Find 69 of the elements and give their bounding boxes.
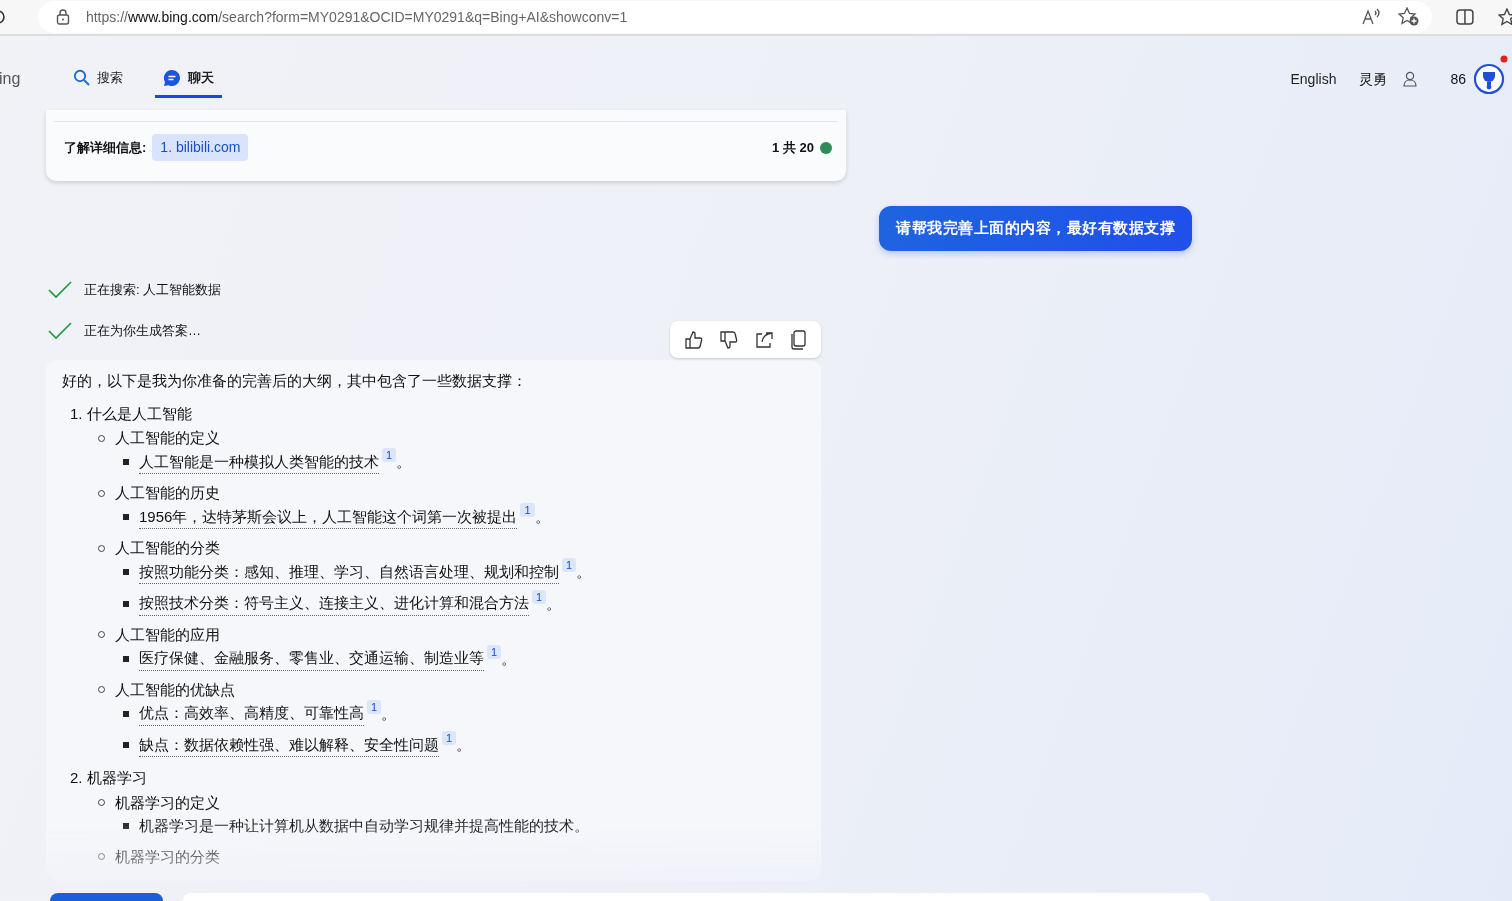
cited-text: 人工智能是一种模拟人类智能的技术 bbox=[139, 450, 379, 474]
cited-text: 医疗保健、金融服务、零售业、交通运输、制造业等 bbox=[139, 647, 484, 671]
nav-tab[interactable]: 搜索 bbox=[65, 59, 131, 99]
chat-bubble-icon bbox=[163, 68, 181, 87]
bullet-icon bbox=[123, 655, 129, 662]
person-icon[interactable] bbox=[1403, 71, 1418, 87]
bullet-icon bbox=[123, 569, 129, 576]
outline-subheading: 人工智能的定义 bbox=[115, 428, 220, 448]
points-count: 86 bbox=[1450, 69, 1466, 89]
outline-text: 机器学习是一种让计算机从数据中自动学习规律并提高性能的技术。 bbox=[139, 816, 589, 836]
read-aloud-icon[interactable] bbox=[1362, 8, 1383, 26]
citation-link[interactable]: 1 bbox=[442, 731, 457, 746]
bullet-icon bbox=[123, 459, 129, 466]
cited-text: 按照技术分类：符号主义、连接主义、进化计算和混合方法 bbox=[139, 592, 529, 616]
list-number: 1. bbox=[70, 403, 83, 424]
cited-text: 缺点：数据依赖性强、难以解释、安全性问题 bbox=[139, 733, 439, 757]
chat-input[interactable] bbox=[183, 893, 1210, 901]
star-icon[interactable] bbox=[1498, 8, 1512, 26]
outline-heading: 机器学习 bbox=[86, 768, 147, 788]
outline-subheading: 人工智能的优缺点 bbox=[115, 679, 235, 700]
punctuation: 。 bbox=[456, 735, 472, 755]
cited-text: 按照功能分类：感知、推理、学习、自然语言处理、规划和控制 bbox=[139, 560, 559, 584]
citation-link[interactable]: 1 bbox=[562, 558, 577, 573]
bullet-icon bbox=[123, 600, 129, 607]
cited-text: 优点：高效率、高精度、可靠性高 bbox=[139, 702, 364, 726]
outline-subheading: 人工智能的应用 bbox=[115, 624, 220, 645]
status-dot bbox=[820, 141, 832, 154]
list-number: 2. bbox=[70, 768, 83, 788]
step-text: 正在为你生成答案… bbox=[84, 322, 201, 340]
citation-link[interactable]: 1 bbox=[520, 503, 535, 518]
punctuation: 。 bbox=[501, 648, 517, 669]
outline-subheading: 人工智能的历史 bbox=[115, 483, 220, 503]
learn-more-label: 了解详细信息: bbox=[64, 138, 147, 157]
reload-icon[interactable] bbox=[0, 9, 8, 25]
source-link[interactable]: 1. bilibili.com bbox=[152, 134, 249, 161]
citation-link[interactable]: 1 bbox=[382, 448, 397, 463]
bullet-icon bbox=[123, 823, 129, 830]
user-message: 请帮我完善上面的内容，最好有数据支撑 bbox=[879, 206, 1192, 251]
punctuation: 。 bbox=[534, 507, 550, 527]
citation-link[interactable]: 1 bbox=[487, 644, 502, 659]
punctuation: 。 bbox=[381, 703, 397, 724]
outline-subheading: 机器学习的分类 bbox=[115, 846, 220, 867]
punctuation: 。 bbox=[576, 562, 592, 582]
response-counter: 1 共 20 bbox=[772, 138, 814, 157]
outline-subheading: 人工智能的分类 bbox=[115, 538, 220, 558]
nav-tab[interactable]: 聊天 bbox=[155, 59, 222, 99]
search-icon bbox=[73, 69, 90, 86]
address-bar[interactable]: https://www.bing.com/search?form=MY0291&OCID=MY0291&q=Bing+AI&showconv=1 bbox=[37, 1, 1433, 33]
favorite-add-icon[interactable] bbox=[1398, 7, 1421, 27]
url-text: https://www.bing.com/search?form=MY0291&OCID=MY0291&q=Bing+AI&showconv=1 bbox=[85, 7, 628, 27]
bullet-icon bbox=[123, 710, 129, 717]
new-topic-button[interactable] bbox=[50, 893, 163, 901]
citation-link[interactable]: 1 bbox=[532, 589, 547, 604]
language-link[interactable]: English bbox=[1290, 68, 1337, 90]
punctuation: 。 bbox=[546, 593, 562, 614]
outline-subheading: 机器学习的定义 bbox=[115, 792, 220, 813]
outline-heading: 什么是人工智能 bbox=[86, 403, 192, 424]
split-screen-icon[interactable] bbox=[1456, 8, 1475, 26]
bullet-icon bbox=[123, 742, 129, 749]
brand-logo[interactable]: ing bbox=[0, 67, 59, 91]
answer-intro: 好的，以下是我为你准备的完善后的大纲，其中包含了一些数据支撑： bbox=[62, 371, 528, 391]
bullet-icon bbox=[123, 514, 129, 521]
citation-link[interactable]: 1 bbox=[367, 699, 382, 714]
punctuation: 。 bbox=[396, 452, 412, 472]
lock-icon bbox=[55, 9, 70, 25]
cited-text: 1956年，达特茅斯会议上，人工智能这个词第一次被提出 bbox=[139, 505, 518, 529]
user-name[interactable]: 灵勇 bbox=[1359, 68, 1388, 90]
trophy-icon[interactable] bbox=[1474, 53, 1508, 95]
step-text: 正在搜索: 人工智能数据 bbox=[84, 281, 222, 299]
